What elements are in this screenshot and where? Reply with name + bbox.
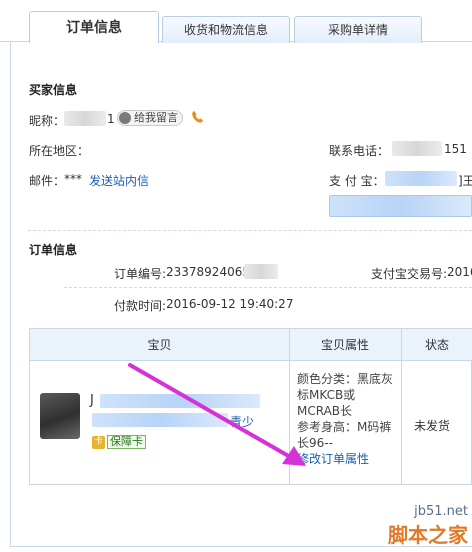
redacted-alipay-banner — [329, 195, 472, 217]
order-items-table: 宝贝 宝贝属性 状态 J 青少 卡 保障卡 颜色分类：黑底灰标MKCB或MCRA… — [29, 328, 472, 485]
color-attribute: 颜色分类：黑底灰标MKCB或MCRAB长 — [297, 372, 394, 418]
phone-icon[interactable] — [190, 109, 206, 125]
order-info-title: 订单信息 — [29, 243, 78, 257]
buyer-info-title: 买家信息 — [29, 83, 78, 97]
guarantee-card-label: 保障卡 — [107, 435, 146, 449]
size-attribute: 参考身高：M码裤长96-- — [297, 420, 392, 450]
order-number-value: 23378924065 — [166, 265, 250, 279]
col-divider — [401, 329, 402, 484]
redacted-product-name-line1 — [100, 394, 260, 408]
alipay-label: 支 付 宝： — [329, 174, 385, 188]
nickname-label: 昵称： — [29, 114, 66, 128]
order-divider — [64, 287, 472, 288]
modify-attributes-link[interactable]: 修改订单属性 — [297, 451, 393, 467]
alipay-trade-label: 支付宝交易号: — [371, 267, 448, 281]
redacted-order-number — [244, 264, 278, 279]
tab-order-info[interactable]: 订单信息 — [29, 11, 159, 43]
site-watermark: jb51.net 脚本之家 — [388, 504, 468, 548]
watermark-brand: 脚本之家 — [388, 523, 468, 547]
message-icon — [119, 112, 131, 124]
alipay-suffix: ]王 — [458, 174, 472, 188]
product-name-start: J — [90, 393, 94, 408]
leave-message-label: 给我留言 — [134, 111, 178, 124]
pay-time-label: 付款时间: — [114, 299, 167, 313]
redacted-phone — [392, 141, 442, 156]
redacted-alipay — [385, 171, 457, 186]
product-thumbnail[interactable] — [40, 393, 80, 439]
col-header-status: 状态 — [424, 338, 449, 352]
email-label: 邮件： — [29, 174, 66, 188]
col-header-item: 宝贝 — [147, 338, 172, 352]
email-value: *** — [64, 172, 82, 186]
col-header-attributes: 宝贝属性 — [320, 338, 369, 352]
guarantee-card-badge[interactable]: 卡 保障卡 — [92, 435, 146, 449]
item-attributes: 颜色分类：黑底灰标MKCB或MCRAB长 参考身高：M码裤长96-- 修改订单属… — [297, 371, 393, 467]
tab-purchase-details[interactable]: 采购单详情 — [294, 16, 422, 43]
guarantee-card-icon: 卡 — [92, 435, 105, 449]
item-status: 未发货 — [414, 419, 451, 433]
send-message-link[interactable]: 发送站内信 — [89, 172, 149, 189]
redacted-product-name-line2 — [92, 413, 228, 427]
tab-bar: 订单信息 收货和物流信息 采购单详情 — [0, 0, 472, 43]
product-name-end[interactable]: 青少 — [230, 413, 254, 430]
section-divider — [28, 230, 472, 231]
col-divider — [289, 329, 290, 484]
nickname-suffix: 1 — [107, 112, 115, 126]
leave-message-button[interactable]: 给我留言 — [117, 110, 183, 126]
watermark-site: jb51.net — [414, 504, 468, 519]
phone-label: 联系电话： — [329, 144, 390, 158]
alipay-trade-value: 2016 — [447, 265, 472, 279]
region-label: 所在地区： — [29, 144, 90, 158]
pay-time-value: 2016-09-12 19:40:27 — [166, 297, 294, 311]
order-number-label: 订单编号: — [114, 267, 167, 281]
table-header: 宝贝 宝贝属性 状态 — [30, 329, 472, 361]
phone-suffix: 151 — [444, 142, 467, 156]
tab-shipping-logistics[interactable]: 收货和物流信息 — [162, 16, 290, 43]
redacted-nickname — [64, 111, 106, 126]
